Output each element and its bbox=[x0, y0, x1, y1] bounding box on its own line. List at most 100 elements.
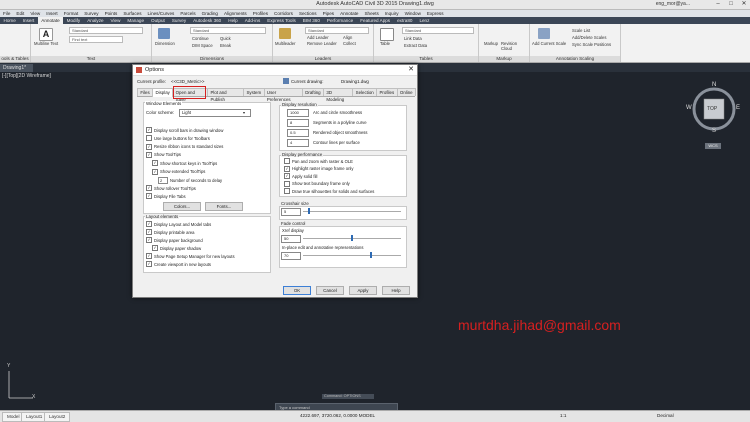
checkbox-row[interactable]: ✓ Display Layout and Model tabs bbox=[146, 221, 211, 227]
find-text-input[interactable]: Find text bbox=[69, 36, 123, 43]
dialog-tab[interactable]: User Preferences bbox=[263, 88, 303, 102]
resolution-value-input[interactable]: 4 bbox=[287, 139, 309, 147]
dim-style-combo[interactable]: Standard bbox=[190, 27, 266, 34]
close-window-button[interactable]: ✕ bbox=[738, 0, 750, 9]
menu-item[interactable]: Surfaces bbox=[120, 11, 144, 16]
checkbox-icon[interactable]: ✓ bbox=[146, 185, 152, 192]
revision-cloud-button[interactable]: Revision Cloud bbox=[501, 41, 529, 51]
checkbox-row[interactable]: ✓ Show ToolTips bbox=[146, 151, 181, 158]
menu-item[interactable]: Edit bbox=[13, 11, 27, 16]
dialog-tab[interactable]: Selection bbox=[352, 88, 378, 96]
checkbox-row[interactable]: ✓ Display printable area bbox=[146, 229, 195, 235]
dialog-tab[interactable]: Display bbox=[152, 88, 174, 97]
dimension-icon[interactable] bbox=[158, 28, 170, 39]
dim-break[interactable]: Break bbox=[220, 43, 231, 48]
checkbox-icon[interactable]: ✓ bbox=[146, 261, 152, 267]
checkbox-icon[interactable]: ✓ bbox=[146, 229, 152, 235]
checkbox-row[interactable]: ✓ Show shortcut keys in ToolTips bbox=[152, 160, 217, 167]
checkbox-icon[interactable] bbox=[146, 135, 152, 142]
checkbox-icon[interactable] bbox=[284, 180, 290, 187]
checkbox-icon[interactable]: ✓ bbox=[284, 165, 290, 172]
menu-item[interactable]: Lines/Curves bbox=[145, 11, 178, 16]
menu-item[interactable]: View bbox=[27, 11, 43, 16]
ribbon-tab[interactable]: Help bbox=[225, 17, 241, 24]
resolution-value-input[interactable]: 0.5 bbox=[287, 129, 309, 137]
ribbon-tab[interactable]: Express Tools bbox=[264, 17, 300, 24]
menu-item[interactable]: Express bbox=[424, 11, 447, 16]
ribbon-tab[interactable]: Manage bbox=[124, 17, 148, 24]
dialog-tab[interactable]: 3D Modeling bbox=[323, 88, 354, 102]
crosshair-size-input[interactable]: 5 bbox=[281, 208, 301, 216]
menu-item[interactable]: Insert bbox=[43, 11, 61, 16]
ribbon-tab[interactable]: Lenz bbox=[416, 17, 433, 24]
menu-item[interactable]: Alignments bbox=[221, 11, 250, 16]
dialog-close-icon[interactable]: ✕ bbox=[408, 65, 414, 75]
inplace-slider-thumb[interactable] bbox=[370, 252, 373, 258]
menu-item[interactable]: Sections bbox=[296, 11, 320, 16]
checkbox-icon[interactable]: ✓ bbox=[146, 237, 152, 243]
checkbox-icon[interactable]: ✓ bbox=[152, 245, 158, 251]
menu-item[interactable]: Parcels bbox=[177, 11, 198, 16]
menu-item[interactable]: File bbox=[0, 11, 13, 16]
user-account[interactable]: eng_mor@ya... bbox=[656, 1, 690, 7]
checkbox-icon[interactable]: ✓ bbox=[146, 193, 152, 200]
checkbox-row[interactable]: Use large buttons for Toolbars bbox=[146, 135, 210, 142]
ribbon-tab[interactable]: extra80 bbox=[394, 17, 416, 24]
apply-button[interactable]: Apply bbox=[349, 286, 377, 295]
checkbox-row[interactable]: Show text boundary frame only bbox=[284, 180, 350, 187]
checkbox-icon[interactable]: ✓ bbox=[284, 173, 290, 179]
checkbox-row[interactable]: ✓ Show Page Setup Manager for new layouts bbox=[146, 253, 235, 259]
annotation-scale[interactable]: 1:1 bbox=[560, 413, 566, 418]
menu-item[interactable]: Profiles bbox=[250, 11, 271, 16]
extract-data[interactable]: Extract Data bbox=[404, 43, 427, 48]
checkbox-icon[interactable] bbox=[284, 188, 290, 194]
ribbon-tab[interactable]: Add-ins bbox=[241, 17, 264, 24]
text-style-combo[interactable]: Standard bbox=[69, 27, 143, 34]
menu-item[interactable]: Points bbox=[102, 11, 121, 16]
help-button[interactable]: Help bbox=[382, 286, 410, 295]
checkbox-icon[interactable]: ✓ bbox=[146, 253, 152, 259]
dim-continue[interactable]: Continue bbox=[192, 36, 209, 41]
resolution-value-input[interactable]: 8 bbox=[287, 119, 309, 127]
fonts-button[interactable]: Fonts... bbox=[205, 202, 243, 211]
checkbox-row[interactable]: ✓ Show rollover ToolTips bbox=[146, 185, 196, 192]
dialog-tab[interactable]: Profiles bbox=[376, 88, 398, 96]
ribbon-tab[interactable]: Survey bbox=[168, 17, 189, 24]
dialog-tab[interactable]: Drafting bbox=[301, 88, 324, 96]
checkbox-icon[interactable]: ✓ bbox=[152, 168, 158, 175]
ribbon-tab[interactable]: Autodesk 360 bbox=[190, 17, 225, 24]
checkbox-row[interactable]: Pan and zoom with raster & OLE bbox=[284, 158, 353, 164]
dialog-tab[interactable]: Online bbox=[396, 88, 417, 96]
menu-item[interactable]: Pipes bbox=[320, 11, 338, 16]
checkbox-row[interactable]: ✓ Show extended ToolTips bbox=[152, 168, 205, 175]
menu-item[interactable]: Corridors bbox=[271, 11, 296, 16]
wcs-menu[interactable]: WCS bbox=[705, 143, 721, 149]
leader-style-combo[interactable]: Standard bbox=[305, 27, 369, 34]
checkbox-row[interactable]: ✓ Display File Tabs bbox=[146, 193, 186, 200]
checkbox-row[interactable]: Draw true silhouettes for solids and sur… bbox=[284, 188, 374, 194]
ribbon-tab[interactable]: BIM 360 bbox=[299, 17, 323, 24]
checkbox-icon[interactable]: ✓ bbox=[146, 151, 152, 158]
menu-item[interactable]: Format bbox=[61, 11, 82, 16]
colors-button[interactable]: Colors... bbox=[163, 202, 201, 211]
menu-item[interactable]: Inquiry bbox=[382, 11, 402, 16]
checkbox-icon[interactable]: ✓ bbox=[146, 221, 152, 227]
dim-space[interactable]: DIM Space bbox=[192, 43, 213, 48]
multiline-text-icon[interactable]: A bbox=[39, 28, 53, 41]
xref-slider-thumb[interactable] bbox=[351, 235, 353, 241]
menu-item[interactable]: Sheets bbox=[361, 11, 381, 16]
collect-leader[interactable]: Collect bbox=[343, 41, 356, 46]
checkbox-row[interactable]: ✓ Display paper shadow bbox=[152, 245, 201, 251]
link-data[interactable]: Link Data bbox=[404, 36, 422, 41]
menu-item[interactable]: Survey bbox=[81, 11, 101, 16]
inplace-fade-input[interactable]: 70 bbox=[281, 252, 301, 260]
menu-item[interactable]: Annotate bbox=[337, 11, 361, 16]
ribbon-tab[interactable]: Output bbox=[148, 17, 169, 24]
ribbon-tab[interactable]: Analyze bbox=[84, 17, 107, 24]
checkbox-row[interactable]: 2 Number of seconds to delay bbox=[158, 176, 222, 184]
ribbon-tab[interactable]: Insert bbox=[19, 17, 38, 24]
delay-seconds-input[interactable]: 2 bbox=[158, 176, 168, 184]
color-scheme-select[interactable]: Light bbox=[179, 109, 251, 117]
align-leader[interactable]: Align bbox=[343, 35, 352, 40]
checkbox-row[interactable]: ✓ Apply solid fill bbox=[284, 173, 317, 179]
